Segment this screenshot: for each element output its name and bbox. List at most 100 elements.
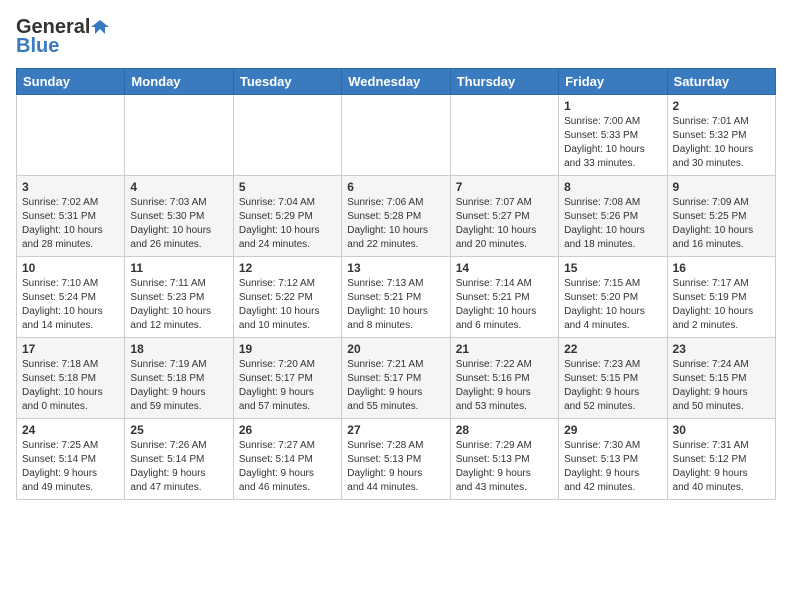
day-info: Sunrise: 7:28 AM Sunset: 5:13 PM Dayligh… xyxy=(347,439,444,495)
day-cell: 21 Sunrise: 7:22 AM Sunset: 5:16 PM Dayli… xyxy=(450,338,558,419)
day-number: 22 xyxy=(564,342,661,356)
day-number: 7 xyxy=(456,180,553,194)
day-info: Sunrise: 7:04 AM Sunset: 5:29 PM Dayligh… xyxy=(239,196,336,252)
day-number: 17 xyxy=(22,342,119,356)
day-number: 15 xyxy=(564,261,661,275)
day-number: 19 xyxy=(239,342,336,356)
day-cell: 6 Sunrise: 7:06 AM Sunset: 5:28 PM Daylig… xyxy=(342,176,450,257)
week-row-3: 10 Sunrise: 7:10 AM Sunset: 5:24 PM Dayli… xyxy=(17,257,776,338)
day-info: Sunrise: 7:17 AM Sunset: 5:19 PM Dayligh… xyxy=(673,277,770,333)
day-number: 26 xyxy=(239,423,336,437)
day-cell: 3Sunrise: 7:02 AM Sunset: 5:31 PM Daylig… xyxy=(17,176,125,257)
day-cell: 10 Sunrise: 7:10 AM Sunset: 5:24 PM Dayli… xyxy=(17,257,125,338)
day-cell: 17 Sunrise: 7:18 AM Sunset: 5:18 PM Dayli… xyxy=(17,338,125,419)
day-number: 27 xyxy=(347,423,444,437)
day-info: Sunrise: 7:01 AM Sunset: 5:32 PM Dayligh… xyxy=(673,115,770,171)
day-number: 6 xyxy=(347,180,444,194)
weekday-monday: Monday xyxy=(125,69,233,95)
day-number: 21 xyxy=(456,342,553,356)
weekday-tuesday: Tuesday xyxy=(233,69,341,95)
day-cell: 23Sunrise: 7:24 AM Sunset: 5:15 PM Dayli… xyxy=(667,338,775,419)
day-cell: 8 Sunrise: 7:08 AM Sunset: 5:26 PM Daylig… xyxy=(559,176,667,257)
day-number: 28 xyxy=(456,423,553,437)
day-number: 5 xyxy=(239,180,336,194)
day-number: 23 xyxy=(673,342,770,356)
page: General Blue SundayMondayTuesdayWednesda… xyxy=(0,0,792,510)
day-number: 1 xyxy=(564,99,661,113)
logo: General Blue xyxy=(16,16,109,58)
day-info: Sunrise: 7:09 AM Sunset: 5:25 PM Dayligh… xyxy=(673,196,770,252)
day-cell: 27 Sunrise: 7:28 AM Sunset: 5:13 PM Dayli… xyxy=(342,419,450,500)
day-info: Sunrise: 7:00 AM Sunset: 5:33 PM Dayligh… xyxy=(564,115,661,171)
day-info: Sunrise: 7:25 AM Sunset: 5:14 PM Dayligh… xyxy=(22,439,119,495)
day-info: Sunrise: 7:08 AM Sunset: 5:26 PM Dayligh… xyxy=(564,196,661,252)
day-cell xyxy=(450,95,558,176)
day-info: Sunrise: 7:10 AM Sunset: 5:24 PM Dayligh… xyxy=(22,277,119,333)
header: General Blue xyxy=(16,16,776,58)
day-info: Sunrise: 7:31 AM Sunset: 5:12 PM Dayligh… xyxy=(673,439,770,495)
day-number: 13 xyxy=(347,261,444,275)
logo-bird-icon xyxy=(91,18,109,36)
day-number: 16 xyxy=(673,261,770,275)
day-cell: 1 Sunrise: 7:00 AM Sunset: 5:33 PM Daylig… xyxy=(559,95,667,176)
day-info: Sunrise: 7:23 AM Sunset: 5:15 PM Dayligh… xyxy=(564,358,661,414)
day-info: Sunrise: 7:22 AM Sunset: 5:16 PM Dayligh… xyxy=(456,358,553,414)
day-info: Sunrise: 7:02 AM Sunset: 5:31 PM Dayligh… xyxy=(22,196,119,252)
day-number: 8 xyxy=(564,180,661,194)
day-info: Sunrise: 7:12 AM Sunset: 5:22 PM Dayligh… xyxy=(239,277,336,333)
day-cell: 13 Sunrise: 7:13 AM Sunset: 5:21 PM Dayli… xyxy=(342,257,450,338)
day-cell: 18 Sunrise: 7:19 AM Sunset: 5:18 PM Dayli… xyxy=(125,338,233,419)
day-cell: 28 Sunrise: 7:29 AM Sunset: 5:13 PM Dayli… xyxy=(450,419,558,500)
day-info: Sunrise: 7:14 AM Sunset: 5:21 PM Dayligh… xyxy=(456,277,553,333)
day-info: Sunrise: 7:26 AM Sunset: 5:14 PM Dayligh… xyxy=(130,439,227,495)
day-cell xyxy=(342,95,450,176)
week-row-1: 1 Sunrise: 7:00 AM Sunset: 5:33 PM Daylig… xyxy=(17,95,776,176)
logo-blue: Blue xyxy=(16,35,59,58)
day-info: Sunrise: 7:18 AM Sunset: 5:18 PM Dayligh… xyxy=(22,358,119,414)
day-cell: 16 Sunrise: 7:17 AM Sunset: 5:19 PM Dayli… xyxy=(667,257,775,338)
weekday-wednesday: Wednesday xyxy=(342,69,450,95)
day-cell: 24 Sunrise: 7:25 AM Sunset: 5:14 PM Dayli… xyxy=(17,419,125,500)
weekday-thursday: Thursday xyxy=(450,69,558,95)
day-cell: 30Sunrise: 7:31 AM Sunset: 5:12 PM Dayli… xyxy=(667,419,775,500)
day-info: Sunrise: 7:13 AM Sunset: 5:21 PM Dayligh… xyxy=(347,277,444,333)
day-cell: 22 Sunrise: 7:23 AM Sunset: 5:15 PM Dayli… xyxy=(559,338,667,419)
week-row-4: 17 Sunrise: 7:18 AM Sunset: 5:18 PM Dayli… xyxy=(17,338,776,419)
day-cell: 14 Sunrise: 7:14 AM Sunset: 5:21 PM Dayli… xyxy=(450,257,558,338)
day-cell: 29 Sunrise: 7:30 AM Sunset: 5:13 PM Dayli… xyxy=(559,419,667,500)
calendar: SundayMondayTuesdayWednesdayThursdayFrid… xyxy=(16,68,776,500)
day-cell xyxy=(233,95,341,176)
day-number: 14 xyxy=(456,261,553,275)
day-info: Sunrise: 7:03 AM Sunset: 5:30 PM Dayligh… xyxy=(130,196,227,252)
day-cell: 25Sunrise: 7:26 AM Sunset: 5:14 PM Dayli… xyxy=(125,419,233,500)
day-info: Sunrise: 7:29 AM Sunset: 5:13 PM Dayligh… xyxy=(456,439,553,495)
day-cell xyxy=(125,95,233,176)
day-info: Sunrise: 7:07 AM Sunset: 5:27 PM Dayligh… xyxy=(456,196,553,252)
day-cell: 15Sunrise: 7:15 AM Sunset: 5:20 PM Dayli… xyxy=(559,257,667,338)
day-number: 4 xyxy=(130,180,227,194)
day-cell: 4 Sunrise: 7:03 AM Sunset: 5:30 PM Daylig… xyxy=(125,176,233,257)
day-number: 18 xyxy=(130,342,227,356)
day-cell: 5 Sunrise: 7:04 AM Sunset: 5:29 PM Daylig… xyxy=(233,176,341,257)
day-info: Sunrise: 7:30 AM Sunset: 5:13 PM Dayligh… xyxy=(564,439,661,495)
day-cell: 20 Sunrise: 7:21 AM Sunset: 5:17 PM Dayli… xyxy=(342,338,450,419)
day-info: Sunrise: 7:06 AM Sunset: 5:28 PM Dayligh… xyxy=(347,196,444,252)
day-info: Sunrise: 7:27 AM Sunset: 5:14 PM Dayligh… xyxy=(239,439,336,495)
day-number: 20 xyxy=(347,342,444,356)
weekday-sunday: Sunday xyxy=(17,69,125,95)
day-cell: 11 Sunrise: 7:11 AM Sunset: 5:23 PM Dayli… xyxy=(125,257,233,338)
day-number: 12 xyxy=(239,261,336,275)
day-number: 24 xyxy=(22,423,119,437)
weekday-header-row: SundayMondayTuesdayWednesdayThursdayFrid… xyxy=(17,69,776,95)
day-info: Sunrise: 7:19 AM Sunset: 5:18 PM Dayligh… xyxy=(130,358,227,414)
day-number: 11 xyxy=(130,261,227,275)
weekday-saturday: Saturday xyxy=(667,69,775,95)
day-cell: 19 Sunrise: 7:20 AM Sunset: 5:17 PM Dayli… xyxy=(233,338,341,419)
day-number: 2 xyxy=(673,99,770,113)
day-info: Sunrise: 7:20 AM Sunset: 5:17 PM Dayligh… xyxy=(239,358,336,414)
day-number: 10 xyxy=(22,261,119,275)
day-cell: 9Sunrise: 7:09 AM Sunset: 5:25 PM Daylig… xyxy=(667,176,775,257)
day-number: 29 xyxy=(564,423,661,437)
day-info: Sunrise: 7:21 AM Sunset: 5:17 PM Dayligh… xyxy=(347,358,444,414)
day-info: Sunrise: 7:11 AM Sunset: 5:23 PM Dayligh… xyxy=(130,277,227,333)
